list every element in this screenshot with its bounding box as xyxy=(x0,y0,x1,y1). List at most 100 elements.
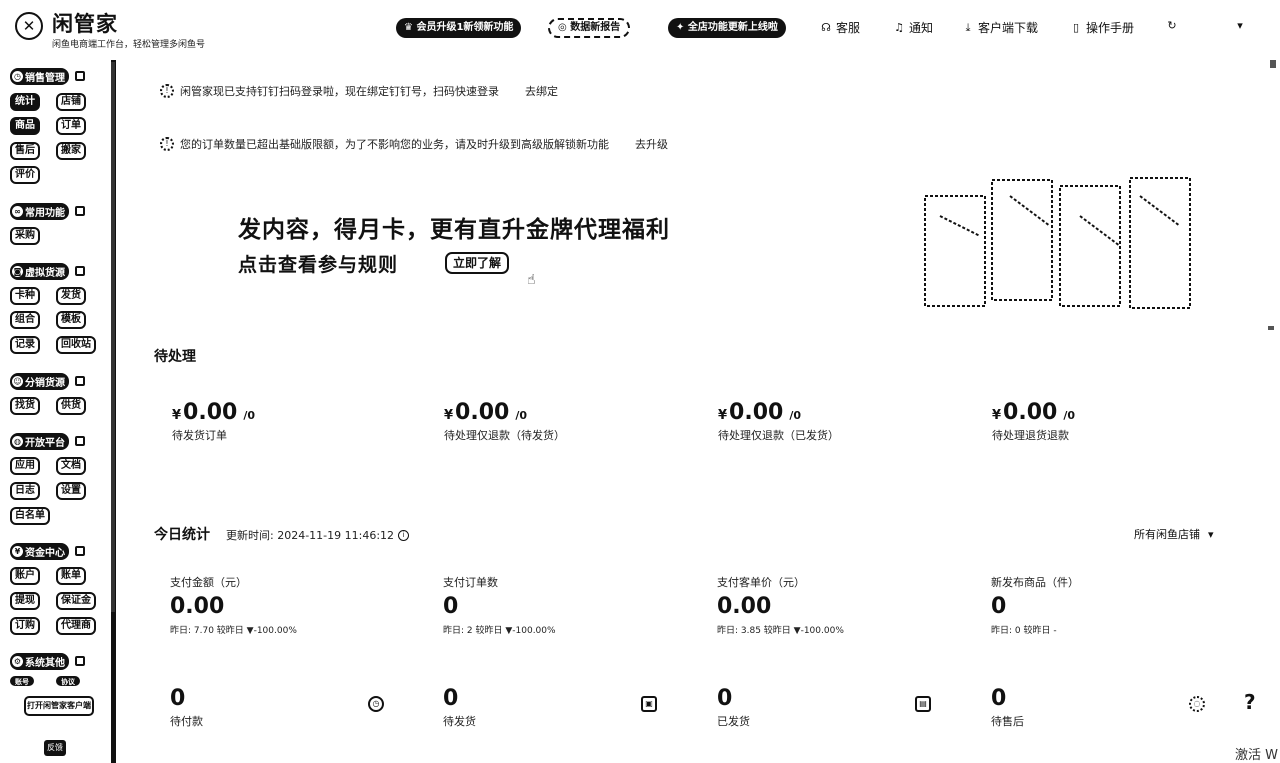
count-pending-payment[interactable]: 0 待付款 ◷ xyxy=(170,686,400,734)
refresh-button[interactable]: ↻ xyxy=(1166,20,1178,32)
count-pending-aftersale[interactable]: 0 待售后 ◌ xyxy=(991,686,1221,734)
sidebar-item-reviews[interactable]: 评价 xyxy=(10,166,40,184)
stat-new-products: 新发布商品（件） 0 昨日: 0 较昨日 - xyxy=(991,576,1079,636)
sidebar-item-account[interactable]: 账户 xyxy=(10,567,40,585)
link-icon: ∞ xyxy=(12,205,23,217)
member-upgrade-pill[interactable]: ♛ 会员升级1新领新功能 xyxy=(396,18,522,38)
sidebar-item-logs[interactable]: 日志 xyxy=(10,482,40,500)
today-stats-title: 今日统计 xyxy=(154,527,210,543)
banner-learn-more-button[interactable]: 立即了解 xyxy=(445,252,510,274)
sidebar-item-bills[interactable]: 账单 xyxy=(56,567,86,585)
sidebar-group-system[interactable]: ⚙ 系统其他 xyxy=(10,652,85,670)
top-header: ✕ 闲管家 闲鱼电商端工作台，轻松管理多闲鱼号 ♛ 会员升级1新领新功能 ◎ 数… xyxy=(0,0,1280,56)
hand-cursor-icon: ☝ xyxy=(527,272,536,288)
sidebar-item-apps[interactable]: 应用 xyxy=(10,457,40,475)
download-icon: ⤓ xyxy=(965,21,971,34)
app-title: 闲管家 xyxy=(52,12,118,36)
pending-card-refund-shipped[interactable]: ¥0.00/0 待处理仅退款（已发货） xyxy=(718,400,938,443)
sidebar-scrollbar[interactable] xyxy=(111,62,115,612)
sidebar-item-docs[interactable]: 文档 xyxy=(56,457,86,475)
sidebar-item-move[interactable]: 搬家 xyxy=(56,142,86,160)
activation-watermark: 激活 W xyxy=(1235,748,1278,763)
service-icon: ◌ xyxy=(1189,696,1205,712)
pending-card-return-refund[interactable]: ¥0.00/0 待处理退货退款 xyxy=(992,400,1212,443)
sidebar-group-open-platform[interactable]: ◍ 开放平台 xyxy=(10,432,85,450)
notice-text: 闲管家现已支持钉钉扫码登录啦，现在绑定钉钉号，扫码快速登录 xyxy=(180,85,499,98)
app-subtitle: 闲鱼电商端工作台，轻松管理多闲鱼号 xyxy=(52,40,206,50)
upgrade-link[interactable]: 去升级 xyxy=(635,136,668,152)
sidebar-group-funds[interactable]: ¥ 资金中心 xyxy=(10,542,85,560)
sidebar-item-withdraw[interactable]: 提现 xyxy=(10,592,40,610)
pending-card-to-ship[interactable]: ¥0.00/0 待发货订单 xyxy=(172,400,392,443)
data-report-pill[interactable]: ◎ 数据新报告 xyxy=(548,18,631,38)
pin-icon[interactable] xyxy=(75,71,85,81)
settings-icon: ⚙ xyxy=(12,655,23,667)
pending-section-title: 待处理 xyxy=(154,349,196,365)
stat-payment-orders: 支付订单数 0 昨日: 2 较昨日 ▼-100.00% xyxy=(443,576,556,636)
help-button[interactable]: ? xyxy=(1244,690,1256,714)
sidebar-item-settings[interactable]: 设置 xyxy=(56,482,86,500)
sidebar-item-products[interactable]: 商品 xyxy=(10,117,40,135)
sidebar-group-virtual[interactable]: ◙ 虚拟货源 xyxy=(10,262,85,280)
store-update-pill[interactable]: ✦ 全店功能更新上线啦 xyxy=(668,18,786,38)
sidebar-group-distribution[interactable]: ☺ 分销货源 xyxy=(10,372,85,390)
pin-icon[interactable] xyxy=(75,436,85,446)
sidebar-item-orders[interactable]: 订单 xyxy=(56,117,86,135)
info-icon[interactable]: i xyxy=(398,529,410,541)
globe-icon: ◍ xyxy=(12,435,23,447)
count-shipped[interactable]: 0 已发货 ▤ xyxy=(717,686,947,734)
sidebar-item-whitelist[interactable]: 白名单 xyxy=(10,507,50,525)
pending-label: 待处理退货退款 xyxy=(992,429,1069,442)
pending-card-refund-unshipped[interactable]: ¥0.00/0 待处理仅退款（待发货） xyxy=(444,400,664,443)
clock-icon: ◷ xyxy=(368,696,384,712)
clock-icon: ◷ xyxy=(12,70,23,82)
feedback-button[interactable]: 反馈 xyxy=(44,740,66,756)
sidebar-item-records[interactable]: 记录 xyxy=(10,336,40,354)
open-client-button[interactable]: 打开闲管家客户端 xyxy=(24,696,94,716)
sidebar-item-card-types[interactable]: 卡种 xyxy=(10,287,40,305)
banner-illustration xyxy=(924,177,1191,309)
pin-icon[interactable] xyxy=(75,206,85,216)
sidebar-item-templates[interactable]: 模板 xyxy=(56,311,86,329)
stat-avg-order-value: 支付客单价（元） 0.00 昨日: 3.85 较昨日 ▼-100.00% xyxy=(717,576,844,636)
notification-link[interactable]: ♫ 通知 xyxy=(893,20,933,36)
sidebar-group-sales[interactable]: ◷ 销售管理 xyxy=(10,67,85,85)
pending-label: 待处理仅退款（待发货） xyxy=(444,429,565,442)
caret-down-icon: ▾ xyxy=(1237,19,1243,32)
edge-marker xyxy=(1270,60,1276,68)
customer-service-link[interactable]: ☊ 客服 xyxy=(820,20,860,36)
sidebar-group-common[interactable]: ∞ 常用功能 xyxy=(10,202,85,220)
count-pending-shipment[interactable]: 0 待发货 ▣ xyxy=(443,686,673,734)
app-logo-icon[interactable]: ✕ xyxy=(15,12,43,40)
sidebar-item-delivery[interactable]: 发货 xyxy=(56,287,86,305)
headset-icon: ☊ xyxy=(821,21,831,34)
manual-link[interactable]: ▯ 操作手册 xyxy=(1070,20,1134,36)
sidebar-item-subscribe[interactable]: 订购 xyxy=(10,617,40,635)
store-filter-dropdown[interactable]: 所有闲鱼店铺 ▾ xyxy=(1134,526,1214,542)
sidebar-item-find-goods[interactable]: 找货 xyxy=(10,397,40,415)
package-icon: ▤ xyxy=(915,696,931,712)
bind-dingtalk-link[interactable]: 去绑定 xyxy=(525,83,558,99)
banner-headline: 发内容，得月卡，更有直升金牌代理福利 xyxy=(238,217,670,243)
wallet-icon: ¥ xyxy=(12,545,23,557)
sidebar-item-agent[interactable]: 代理商 xyxy=(56,617,96,635)
pin-icon[interactable] xyxy=(75,546,85,556)
people-icon: ☺ xyxy=(12,375,23,387)
sidebar-item-accounts[interactable]: 账号 xyxy=(10,676,34,686)
sidebar-item-recycle-bin[interactable]: 回收站 xyxy=(56,336,96,354)
sidebar-item-deposit[interactable]: 保证金 xyxy=(56,592,96,610)
pin-icon[interactable] xyxy=(75,266,85,276)
truck-icon: ▣ xyxy=(641,696,657,712)
pin-icon[interactable] xyxy=(75,656,85,666)
pin-icon[interactable] xyxy=(75,376,85,386)
sidebar-item-supply[interactable]: 供货 xyxy=(56,397,86,415)
sidebar-item-combo[interactable]: 组合 xyxy=(10,311,40,329)
sidebar-item-agreement[interactable]: 协议 xyxy=(56,676,80,686)
sidebar-item-purchase[interactable]: 采购 xyxy=(10,227,40,245)
sidebar-item-aftersale[interactable]: 售后 xyxy=(10,142,40,160)
sidebar-item-stats[interactable]: 统计 xyxy=(10,93,40,111)
megaphone-icon: ! xyxy=(160,84,174,98)
account-dropdown[interactable]: ▾ xyxy=(1234,20,1246,32)
sidebar-item-shops[interactable]: 店铺 xyxy=(56,93,86,111)
client-download-link[interactable]: ⤓ 客户端下载 xyxy=(962,20,1038,36)
